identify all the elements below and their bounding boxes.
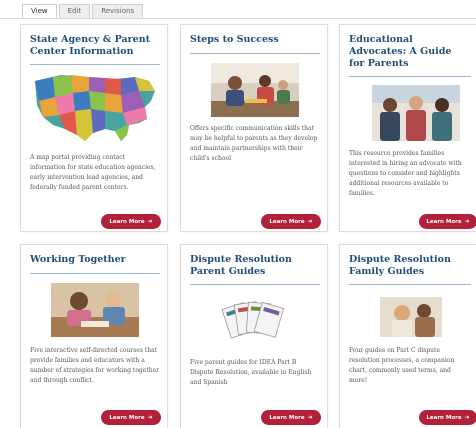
card-description: Five parent guides for IDEA Part B Dispu… <box>190 359 312 386</box>
card-state-agency: State Agency & Parent Center Information… <box>20 24 168 232</box>
card-title[interactable]: Working Together <box>30 254 161 266</box>
advocates-photo-image <box>372 85 460 141</box>
learn-more-button[interactable]: Learn More ➜ <box>261 214 321 229</box>
learn-more-button[interactable]: Learn More ➜ <box>101 410 161 425</box>
button-label: Learn More <box>269 414 305 421</box>
us-map-image <box>35 75 155 141</box>
title-rule <box>349 76 471 77</box>
card-title[interactable]: Educational Advocates: A Guide for Paren… <box>349 34 470 70</box>
title-rule <box>30 273 160 274</box>
button-label: Learn More <box>109 218 145 225</box>
card-dispute-parent-guides: Dispute Resolution Parent Guides Five pa… <box>180 244 328 428</box>
button-label: Learn More <box>109 414 145 421</box>
title-rule <box>190 53 320 54</box>
arrow-right-icon: ➜ <box>464 217 470 225</box>
card-description: Four guides on Part C dispute resolution… <box>349 347 455 384</box>
card-title[interactable]: State Agency & Parent Center Information <box>30 34 161 58</box>
title-rule <box>30 64 160 65</box>
card-steps-to-success: Steps to Success Offers specific communi… <box>180 24 328 232</box>
baby-photo-image <box>380 297 442 337</box>
arrow-right-icon: ➜ <box>147 217 153 225</box>
arrow-right-icon: ➜ <box>307 217 313 225</box>
card-description: Offers specific communication skills tha… <box>190 125 318 162</box>
card-title[interactable]: Dispute Resolution Family Guides <box>349 254 470 278</box>
learn-more-button[interactable]: Learn More ➜ <box>419 214 476 229</box>
children-photo-image <box>211 63 299 117</box>
card-description: A map portal providing contact informati… <box>30 154 156 191</box>
tab-revisions[interactable]: Revisions <box>92 4 144 18</box>
tab-divider <box>0 18 476 19</box>
button-label: Learn More <box>269 218 305 225</box>
arrow-right-icon: ➜ <box>147 413 153 421</box>
learn-more-button[interactable]: Learn More ➜ <box>419 410 476 425</box>
guides-booklets-image <box>221 301 285 339</box>
arrow-right-icon: ➜ <box>464 413 470 421</box>
card-description: Five interactive self-directed courses t… <box>30 347 160 384</box>
button-label: Learn More <box>426 218 462 225</box>
card-working-together: Working Together Five interactive self-d… <box>20 244 168 428</box>
card-educational-advocates: Educational Advocates: A Guide for Paren… <box>339 24 476 232</box>
page-tabs: View Edit Revisions <box>22 4 144 18</box>
card-title[interactable]: Steps to Success <box>190 34 321 46</box>
title-rule <box>349 284 471 285</box>
title-rule <box>190 284 320 285</box>
tab-view[interactable]: View <box>22 4 57 18</box>
button-label: Learn More <box>426 414 462 421</box>
card-title[interactable]: Dispute Resolution Parent Guides <box>190 254 321 278</box>
learn-more-button[interactable]: Learn More ➜ <box>101 214 161 229</box>
learn-more-button[interactable]: Learn More ➜ <box>261 410 321 425</box>
classroom-photo-image <box>51 283 139 337</box>
card-dispute-family-guides: Dispute Resolution Family Guides Four gu… <box>339 244 476 428</box>
card-description: This resource provides families interest… <box>349 150 462 197</box>
arrow-right-icon: ➜ <box>307 413 313 421</box>
tab-edit[interactable]: Edit <box>58 4 91 18</box>
